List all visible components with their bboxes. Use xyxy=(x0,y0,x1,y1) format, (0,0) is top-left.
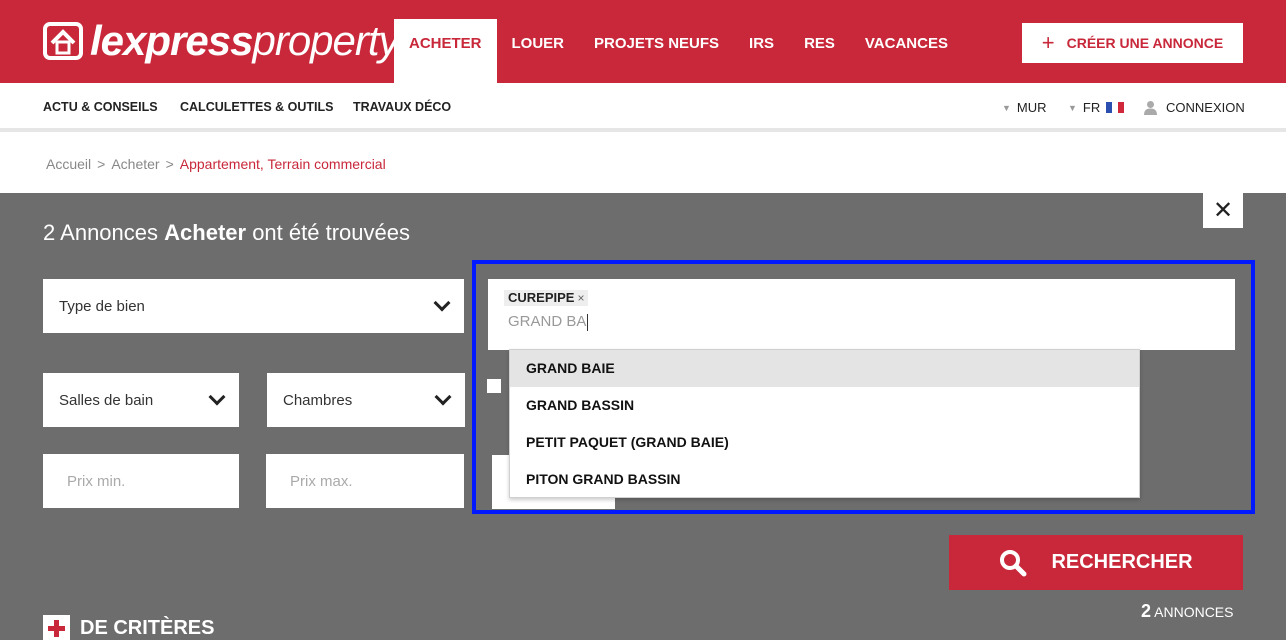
bedrooms-select[interactable]: Chambres xyxy=(267,373,465,427)
bedrooms-label: Chambres xyxy=(283,391,353,409)
results-counter-number: 2 xyxy=(1141,601,1152,621)
login-label: CONNEXION xyxy=(1166,100,1245,115)
create-ad-label: CRÉER UNE ANNONCE xyxy=(1066,35,1224,51)
chevron-down-icon xyxy=(434,388,452,406)
site-logo[interactable]: lexpressproperty xyxy=(42,14,400,68)
french-flag-icon xyxy=(1106,102,1125,113)
property-type-select[interactable]: Type de bien xyxy=(43,279,464,333)
currency-select[interactable]: ▼ MUR xyxy=(1002,100,1047,115)
price-max-input[interactable]: Prix max. xyxy=(266,454,464,508)
search-icon xyxy=(1000,549,1027,576)
login-link[interactable]: CONNEXION xyxy=(1143,100,1245,115)
logo-wordmark: lexpressproperty xyxy=(90,17,400,64)
nav-louer[interactable]: LOUER xyxy=(497,19,580,83)
plus-icon: + xyxy=(1041,30,1055,55)
nav-irs[interactable]: IRS xyxy=(734,19,789,83)
results-category: Acheter xyxy=(164,220,247,245)
link-travaux-deco[interactable]: TRAVAUX DÉCO xyxy=(353,100,451,114)
breadcrumb-separator: > xyxy=(97,156,106,172)
nav-projets-neufs[interactable]: PROJETS NEUFS xyxy=(579,19,734,83)
nav-acheter[interactable]: ACHETER xyxy=(394,19,497,83)
more-criteria-label: DE CRITÈRES xyxy=(80,617,215,639)
user-icon xyxy=(1144,101,1157,115)
house-logo-icon xyxy=(43,22,83,60)
link-actu-conseils[interactable]: ACTU & CONSEILS xyxy=(43,100,158,114)
more-criteria-toggle[interactable]: DE CRITÈRES xyxy=(43,615,214,640)
results-counter-label: ANNONCES xyxy=(1154,604,1234,620)
plus-icon xyxy=(43,615,70,640)
chevron-down-icon xyxy=(208,388,226,406)
price-min-placeholder: Prix min. xyxy=(67,472,126,490)
breadcrumb: Accueil > Acheter > Appartement, Terrain com… xyxy=(46,156,386,172)
breadcrumb-buy[interactable]: Acheter xyxy=(111,156,159,172)
property-type-label: Type de bien xyxy=(59,297,145,315)
create-ad-button[interactable]: + CRÉER UNE ANNONCE xyxy=(1022,23,1243,63)
bathrooms-select[interactable]: Salles de bain xyxy=(43,373,239,427)
language-select[interactable]: ▼ FR xyxy=(1068,100,1125,115)
link-calculettes-outils[interactable]: CALCULETTES & OUTILS xyxy=(180,100,333,114)
caret-down-icon: ▼ xyxy=(1068,102,1077,113)
breadcrumb-separator: > xyxy=(165,156,174,172)
top-header: lexpressproperty ACHETER LOUER PROJETS N… xyxy=(0,0,1286,83)
secondary-nav: ACTU & CONSEILS CALCULETTES & OUTILS TRA… xyxy=(0,83,1286,132)
caret-down-icon: ▼ xyxy=(1002,102,1011,113)
price-max-placeholder: Prix max. xyxy=(290,472,353,490)
breadcrumb-home[interactable]: Accueil xyxy=(46,156,91,172)
price-min-input[interactable]: Prix min. xyxy=(43,454,239,508)
results-suffix: ont été trouvées xyxy=(252,220,410,245)
results-counter: 2 ANNONCES xyxy=(1141,601,1234,622)
main-nav: ACHETER LOUER PROJETS NEUFS IRS RES VACA… xyxy=(394,19,963,83)
results-count: 2 xyxy=(43,220,56,245)
close-icon: ✕ xyxy=(1212,197,1234,224)
bathrooms-label: Salles de bain xyxy=(59,391,154,409)
breadcrumb-current: Appartement, Terrain commercial xyxy=(179,156,386,172)
nav-vacances[interactable]: VACANCES xyxy=(850,19,963,83)
nav-res[interactable]: RES xyxy=(789,19,850,83)
language-label: FR xyxy=(1082,100,1101,115)
results-prefix: Annonces xyxy=(60,220,159,245)
currency-label: MUR xyxy=(1016,100,1047,115)
search-button[interactable]: RECHERCHER xyxy=(949,535,1243,590)
chevron-down-icon xyxy=(433,294,451,312)
search-button-label: RECHERCHER xyxy=(1051,551,1193,573)
close-button[interactable]: ✕ xyxy=(1203,193,1243,228)
results-title: 2 Annonces Acheter ont été trouvées xyxy=(43,220,410,246)
focus-highlight-box xyxy=(472,260,1255,514)
